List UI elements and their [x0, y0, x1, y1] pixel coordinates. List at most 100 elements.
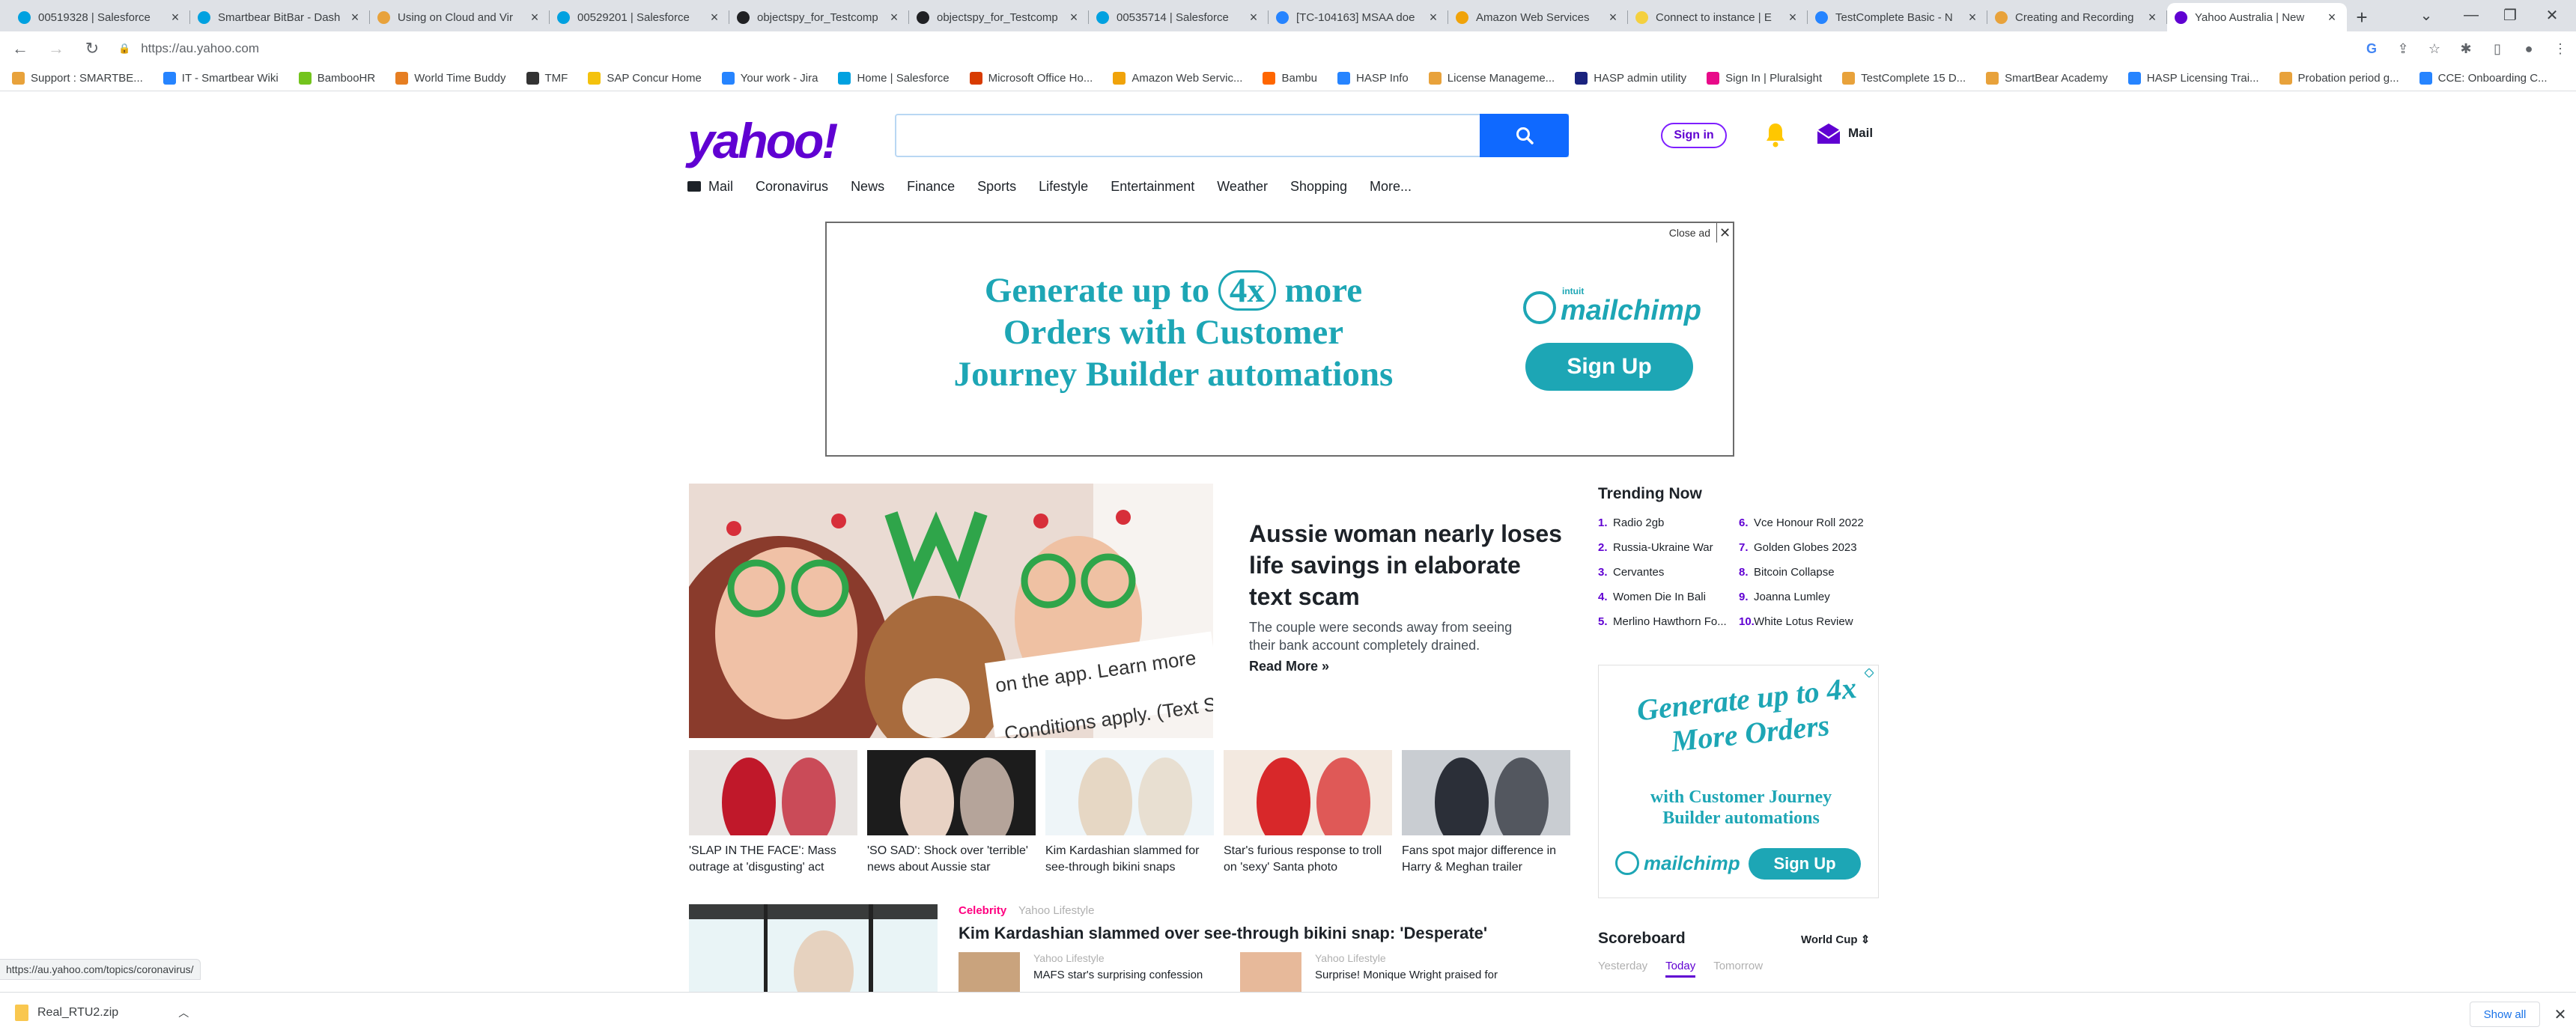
- nav-item-1[interactable]: Coronavirus: [756, 179, 828, 195]
- side-ad[interactable]: Generate up to 4x More Orders with Custo…: [1598, 665, 1879, 898]
- tab-3[interactable]: 00529201 | Salesforce ×: [550, 3, 729, 31]
- ad-sign-up-button[interactable]: Sign Up: [1525, 343, 1693, 391]
- yahoo-logo[interactable]: yahoo!: [687, 112, 838, 169]
- bookmark-16[interactable]: SmartBear Academy: [1986, 72, 2108, 85]
- story-card[interactable]: Star's furious response to troll on 'sex…: [1224, 750, 1392, 876]
- bookmark-6[interactable]: Your work - Jira: [721, 72, 818, 85]
- story-card[interactable]: 'SLAP IN THE FACE': Mass outrage at 'dis…: [689, 750, 857, 876]
- bell-icon[interactable]: [1763, 121, 1788, 148]
- tab-7[interactable]: [TC-104163] MSAA doe ×: [1269, 3, 1448, 31]
- story-title[interactable]: 'SLAP IN THE FACE': Mass outrage at 'dis…: [689, 843, 857, 876]
- story-title[interactable]: Kim Kardashian slammed for see-through b…: [1045, 843, 1214, 876]
- bottom-story-image[interactable]: [689, 904, 938, 992]
- story-title[interactable]: 'SO SAD': Shock over 'terrible' news abo…: [867, 843, 1036, 876]
- trending-item[interactable]: 2. Russia-Ukraine War: [1598, 541, 1740, 566]
- story-card[interactable]: Fans spot major difference in Harry & Me…: [1402, 750, 1570, 876]
- bookmark-18[interactable]: Probation period g...: [2279, 72, 2399, 85]
- story-thumbnail[interactable]: [1402, 750, 1570, 835]
- bookmark-9[interactable]: Amazon Web Servic...: [1113, 72, 1242, 85]
- nav-item-3[interactable]: Finance: [907, 179, 955, 195]
- tab-8[interactable]: Amazon Web Services ×: [1448, 3, 1628, 31]
- trending-item[interactable]: 1. Radio 2gb: [1598, 516, 1740, 541]
- bookmark-14[interactable]: Sign In | Pluralsight: [1707, 72, 1822, 85]
- nav-item-2[interactable]: News: [851, 179, 884, 195]
- tab-0[interactable]: 00519328 | Salesforce ×: [10, 3, 190, 31]
- bookmark-4[interactable]: TMF: [526, 72, 568, 85]
- nav-item-5[interactable]: Lifestyle: [1039, 179, 1088, 195]
- nav-item-6[interactable]: Entertainment: [1111, 179, 1194, 195]
- minimize-icon[interactable]: —: [2449, 0, 2494, 30]
- mail-icon[interactable]: [1816, 123, 1841, 145]
- close-icon[interactable]: ✕: [1716, 223, 1733, 243]
- tab-close-icon[interactable]: ×: [2324, 10, 2339, 25]
- profile-avatar-icon[interactable]: ●: [2513, 33, 2545, 64]
- tab-4[interactable]: objectspy_for_Testcomp ×: [729, 3, 909, 31]
- nav-item-0[interactable]: Mail: [687, 179, 733, 195]
- bookmark-12[interactable]: License Manageme...: [1428, 72, 1555, 85]
- tab-close-icon[interactable]: ×: [1066, 10, 1081, 25]
- story-thumbnail[interactable]: [1224, 750, 1392, 835]
- nav-item-8[interactable]: Shopping: [1290, 179, 1347, 195]
- tab-9[interactable]: Connect to instance | E ×: [1628, 3, 1808, 31]
- bookmark-15[interactable]: TestComplete 15 D...: [1842, 72, 1966, 85]
- trending-item[interactable]: 6. Vce Honour Roll 2022: [1739, 516, 1881, 541]
- story-thumbnail[interactable]: [689, 750, 857, 835]
- trending-item[interactable]: 5. Merlino Hawthorn Fo...: [1598, 615, 1740, 640]
- sub-story-2-title[interactable]: Surprise! Monique Wright praised for: [1315, 969, 1498, 981]
- tab-5[interactable]: objectspy_for_Testcomp ×: [909, 3, 1089, 31]
- bookmark-7[interactable]: Home | Salesforce: [838, 72, 950, 85]
- tab-10[interactable]: TestComplete Basic - N ×: [1808, 3, 1987, 31]
- close-window-icon[interactable]: ✕: [2530, 0, 2575, 30]
- tab-close-icon[interactable]: ×: [168, 10, 183, 25]
- tab-close-icon[interactable]: ×: [2145, 10, 2160, 25]
- tab-close-icon[interactable]: ×: [1426, 10, 1441, 25]
- nav-item-7[interactable]: Weather: [1217, 179, 1268, 195]
- tab-close-icon[interactable]: ×: [527, 10, 542, 25]
- sub-story-1-title[interactable]: MAFS star's surprising confession: [1033, 969, 1203, 981]
- story-thumbnail[interactable]: [867, 750, 1036, 835]
- bookmark-11[interactable]: HASP Info: [1337, 72, 1409, 85]
- sidebar-icon[interactable]: ▯: [2482, 33, 2513, 64]
- tab-close-icon[interactable]: ×: [707, 10, 722, 25]
- bookmark-17[interactable]: HASP Licensing Trai...: [2127, 72, 2259, 85]
- nav-item-9[interactable]: More...: [1370, 179, 1412, 195]
- bottom-story-category[interactable]: Celebrity: [959, 904, 1006, 917]
- bookmark-star-icon[interactable]: ☆: [2419, 33, 2450, 64]
- address-bar[interactable]: 🔒 https://au.yahoo.com: [108, 35, 2354, 62]
- tab-11[interactable]: Creating and Recording ×: [1987, 3, 2167, 31]
- restore-icon[interactable]: ❐: [2488, 0, 2533, 30]
- banner-ad[interactable]: Close ad ✕ Generate up to 4x more Orders…: [825, 222, 1734, 457]
- search-button[interactable]: [1480, 114, 1569, 157]
- trending-item[interactable]: 9. Joanna Lumley: [1739, 591, 1881, 615]
- sign-in-button[interactable]: Sign in: [1661, 123, 1727, 148]
- story-thumbnail[interactable]: [1045, 750, 1214, 835]
- google-lens-icon[interactable]: G: [2356, 33, 2387, 64]
- bookmark-10[interactable]: Bambu: [1263, 72, 1317, 85]
- tab-close-icon[interactable]: ×: [347, 10, 362, 25]
- bookmark-2[interactable]: BambooHR: [298, 72, 375, 85]
- scoreboard-tab-tomorrow[interactable]: Tomorrow: [1713, 960, 1763, 978]
- reload-icon[interactable]: ↻: [76, 33, 108, 64]
- nav-item-4[interactable]: Sports: [977, 179, 1016, 195]
- new-tab-icon[interactable]: +: [2347, 3, 2377, 31]
- trending-item[interactable]: 7. Golden Globes 2023: [1739, 541, 1881, 566]
- bookmark-3[interactable]: World Time Buddy: [395, 72, 506, 85]
- tab-close-icon[interactable]: ×: [1785, 10, 1800, 25]
- trending-item[interactable]: 10. White Lotus Review: [1739, 615, 1881, 640]
- bookmark-1[interactable]: IT - Smartbear Wiki: [162, 72, 279, 85]
- share-icon[interactable]: ⇪: [2387, 33, 2419, 64]
- tab-12[interactable]: Yahoo Australia | New ×: [2167, 3, 2347, 31]
- tab-2[interactable]: Using on Cloud and Vir ×: [370, 3, 550, 31]
- adchoices-icon[interactable]: [1864, 668, 1874, 678]
- show-all-button[interactable]: Show all: [2470, 1002, 2540, 1027]
- tab-close-icon[interactable]: ×: [1965, 10, 1980, 25]
- trending-item[interactable]: 4. Women Die In Bali: [1598, 591, 1740, 615]
- mail-link[interactable]: Mail: [1848, 126, 1873, 141]
- tab-close-icon[interactable]: ×: [1246, 10, 1261, 25]
- hero-headline[interactable]: Aussie woman nearly loses life savings i…: [1249, 518, 1564, 612]
- bookmark-0[interactable]: Support : SMARTBE...: [12, 72, 143, 85]
- tab-close-icon[interactable]: ×: [887, 10, 902, 25]
- story-card[interactable]: 'SO SAD': Shock over 'terrible' news abo…: [867, 750, 1036, 876]
- tab-1[interactable]: Smartbear BitBar - Dash ×: [190, 3, 370, 31]
- bookmark-13[interactable]: HASP admin utility: [1575, 72, 1686, 85]
